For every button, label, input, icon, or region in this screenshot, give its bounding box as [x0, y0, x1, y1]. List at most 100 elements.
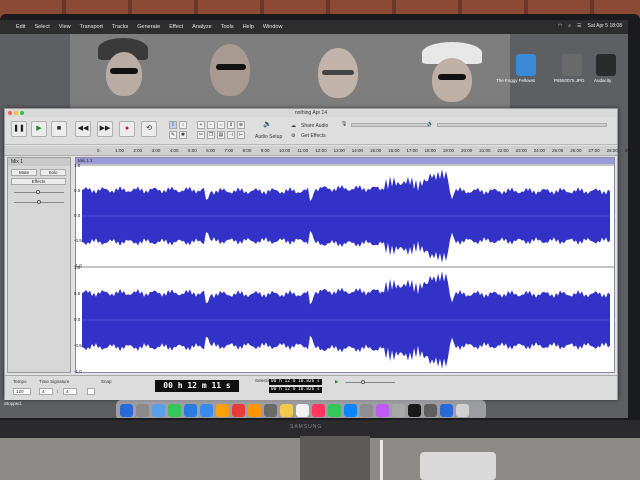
- zoom-out-icon[interactable]: −: [207, 121, 215, 129]
- copy-icon[interactable]: ❐: [207, 131, 215, 139]
- pause-button[interactable]: ❚❚: [11, 121, 27, 137]
- effects-button[interactable]: Effects: [11, 178, 66, 185]
- dock-app-icon[interactable]: [152, 403, 165, 417]
- zoom-in-icon[interactable]: +: [197, 121, 205, 129]
- ruler-tick-label: 28:00: [606, 148, 618, 153]
- snap-checkbox[interactable]: [87, 388, 95, 395]
- draw-tool-icon[interactable]: ✎: [169, 131, 177, 139]
- waveform-right[interactable]: [82, 268, 610, 372]
- menu-item-effect[interactable]: Effect: [169, 24, 183, 30]
- timeline-ruler[interactable]: 0 1:00 2:00 3:00 4:00 5:00 6:00 7:00 8:00 9:00 10:…: [5, 146, 628, 156]
- dock-app-icon[interactable]: [248, 403, 261, 417]
- time-signature-numerator[interactable]: 4: [39, 388, 53, 395]
- search-icon[interactable]: ⌕: [568, 23, 571, 29]
- record-meter[interactable]: [351, 123, 431, 127]
- mute-button[interactable]: Mute: [11, 169, 37, 176]
- share-audio-button[interactable]: Share Audio: [301, 123, 328, 129]
- dock-app-icon[interactable]: [120, 403, 133, 417]
- menu-item-analyze[interactable]: Analyze: [192, 24, 212, 30]
- close-window-button[interactable]: [8, 111, 12, 115]
- menu-item-edit[interactable]: Edit: [16, 24, 25, 30]
- selection-end[interactable]: 00 h 12 m 10.826 s: [269, 387, 322, 393]
- skip-to-start-button[interactable]: ◀◀: [75, 121, 91, 137]
- play-button[interactable]: ▶: [31, 121, 47, 137]
- share-audio-icon[interactable]: ☁: [291, 123, 296, 129]
- dock-app-icon[interactable]: [264, 403, 277, 417]
- waveform-left[interactable]: [82, 166, 610, 266]
- dock-app-icon[interactable]: [376, 403, 389, 417]
- selection-tool-icon[interactable]: I: [169, 121, 177, 129]
- record-button[interactable]: ●: [119, 121, 135, 137]
- trim-icon[interactable]: ⊣: [227, 131, 235, 139]
- wifi-icon[interactable]: ◠: [558, 23, 562, 29]
- audio-setup-button[interactable]: Audio Setup: [255, 134, 282, 140]
- dock-app-icon[interactable]: [392, 403, 405, 417]
- selection-start[interactable]: 00 h 12 m 10.826 s: [269, 379, 322, 385]
- loop-button[interactable]: ⟲: [141, 121, 157, 137]
- ruler-tick-label: 24:00: [533, 148, 546, 153]
- menu-item-window[interactable]: Window: [263, 24, 283, 30]
- dock-app-icon[interactable]: [456, 403, 469, 417]
- effects-icon[interactable]: ⚙: [291, 133, 295, 139]
- zoom-window-button[interactable]: [20, 111, 24, 115]
- menu-item-select[interactable]: Select: [34, 24, 49, 30]
- menu-item-generate[interactable]: Generate: [137, 24, 160, 30]
- clip-name-bar[interactable]: Mix 1.1: [76, 158, 614, 164]
- play-speed-knob[interactable]: [361, 380, 365, 384]
- time-display[interactable]: 00 h 12 m 11 s: [155, 380, 239, 392]
- dock-app-icon[interactable]: [328, 403, 341, 417]
- skip-to-end-button[interactable]: ▶▶: [97, 121, 113, 137]
- tempo-input[interactable]: 120: [13, 388, 31, 395]
- dock-app-icon[interactable]: [184, 403, 197, 417]
- dock-app-icon[interactable]: [168, 403, 181, 417]
- control-center-icon[interactable]: ☰: [577, 23, 581, 29]
- clock[interactable]: Sat Apr 5 18:08: [588, 23, 622, 29]
- envelope-tool-icon[interactable]: ↕: [179, 121, 187, 129]
- dock-app-icon[interactable]: [296, 403, 309, 417]
- cut-icon[interactable]: ✂: [197, 131, 205, 139]
- audacity-app-icon[interactable]: [596, 54, 616, 76]
- play-at-speed-icon[interactable]: ▶: [335, 379, 338, 385]
- dock-app-icon[interactable]: [216, 403, 229, 417]
- menu-item-help[interactable]: Help: [243, 24, 254, 30]
- stop-button[interactable]: ■: [51, 121, 67, 137]
- dock-app-icon[interactable]: [200, 403, 213, 417]
- channel-left[interactable]: [76, 166, 614, 266]
- silence-icon[interactable]: ⊢: [237, 131, 245, 139]
- track-name[interactable]: Mix 1: [8, 158, 70, 166]
- dock-app-icon[interactable]: [360, 403, 373, 417]
- fit-selection-icon[interactable]: ⇔: [217, 121, 225, 129]
- zoom-toggle-icon[interactable]: ⊕: [237, 121, 245, 129]
- paste-icon[interactable]: ▤: [217, 131, 225, 139]
- dock-app-icon[interactable]: [424, 403, 437, 417]
- menu-item-tools[interactable]: Tools: [221, 24, 234, 30]
- dock-app-icon[interactable]: [344, 403, 357, 417]
- dock-app-icon[interactable]: [232, 403, 245, 417]
- time-signature-denominator[interactable]: 4: [63, 388, 77, 395]
- desktop-icon-label: Audacity: [594, 78, 612, 83]
- playback-meter[interactable]: [437, 123, 607, 127]
- folder-icon[interactable]: [516, 54, 536, 76]
- dock-app-icon[interactable]: [440, 403, 453, 417]
- minimize-window-button[interactable]: [14, 111, 18, 115]
- dock-app-icon[interactable]: [136, 403, 149, 417]
- pan-slider-knob[interactable]: [37, 200, 41, 204]
- menu-item-view[interactable]: View: [59, 24, 71, 30]
- dock-app-icon[interactable]: [280, 403, 293, 417]
- get-effects-button[interactable]: Get Effects: [301, 133, 326, 139]
- fit-project-icon[interactable]: ⇕: [227, 121, 235, 129]
- amplitude-tick-label: -1.0: [74, 369, 82, 374]
- multi-tool-icon[interactable]: ✱: [179, 131, 187, 139]
- speaker-icon[interactable]: 🔈: [263, 120, 272, 128]
- gain-slider-knob[interactable]: [36, 190, 40, 194]
- image-file-icon[interactable]: [562, 54, 582, 76]
- channel-right[interactable]: [76, 268, 614, 372]
- play-speed-slider[interactable]: [345, 382, 395, 383]
- menu-item-tracks[interactable]: Tracks: [112, 24, 128, 30]
- sunglasses-shape: [110, 68, 138, 74]
- dock-app-icon[interactable]: [408, 403, 421, 417]
- dock-app-icon[interactable]: [312, 403, 325, 417]
- solo-button[interactable]: Solo: [40, 169, 66, 176]
- menu-item-transport[interactable]: Transport: [80, 24, 103, 30]
- track-area[interactable]: Mix 1.1 1.0 0.5 0.0 -0.5 -1.0 1.0 0.5 0.0 -0.5 -1…: [74, 157, 615, 374]
